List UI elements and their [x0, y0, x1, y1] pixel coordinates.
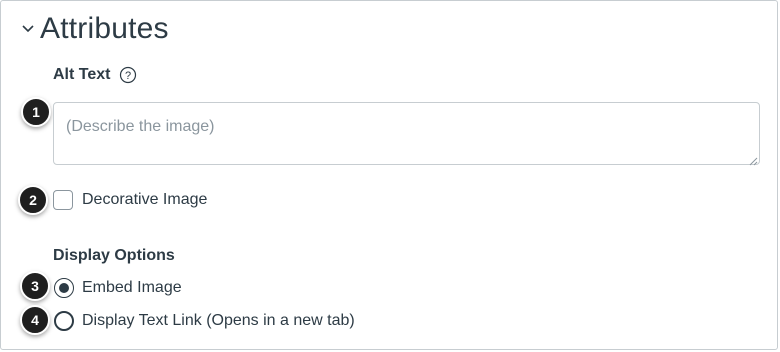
display-text-link-radio[interactable]: [54, 311, 74, 331]
callout-badge-1: 1: [21, 97, 51, 127]
decorative-image-label[interactable]: Decorative Image: [82, 191, 207, 209]
resize-grip-icon[interactable]: [748, 153, 758, 166]
svg-text:?: ?: [125, 70, 131, 82]
chevron-down-icon[interactable]: [20, 21, 36, 37]
section-header[interactable]: Attributes: [20, 12, 169, 46]
embed-image-radio[interactable]: [54, 278, 74, 298]
attributes-panel: [0, 0, 778, 350]
embed-image-label[interactable]: Embed Image: [82, 279, 182, 297]
question-circle-icon[interactable]: ?: [119, 66, 137, 84]
alt-text-label: Alt Text: [53, 66, 111, 83]
callout-badge-3: 3: [20, 271, 50, 301]
display-options-label: Display Options: [53, 247, 175, 264]
callout-badge-2: 2: [18, 185, 48, 215]
decorative-image-checkbox[interactable]: [53, 190, 73, 210]
callout-badge-4: 4: [20, 305, 50, 335]
alt-text-input[interactable]: [53, 102, 760, 165]
display-text-link-label[interactable]: Display Text Link (Opens in a new tab): [82, 312, 355, 330]
section-title: Attributes: [40, 12, 169, 45]
